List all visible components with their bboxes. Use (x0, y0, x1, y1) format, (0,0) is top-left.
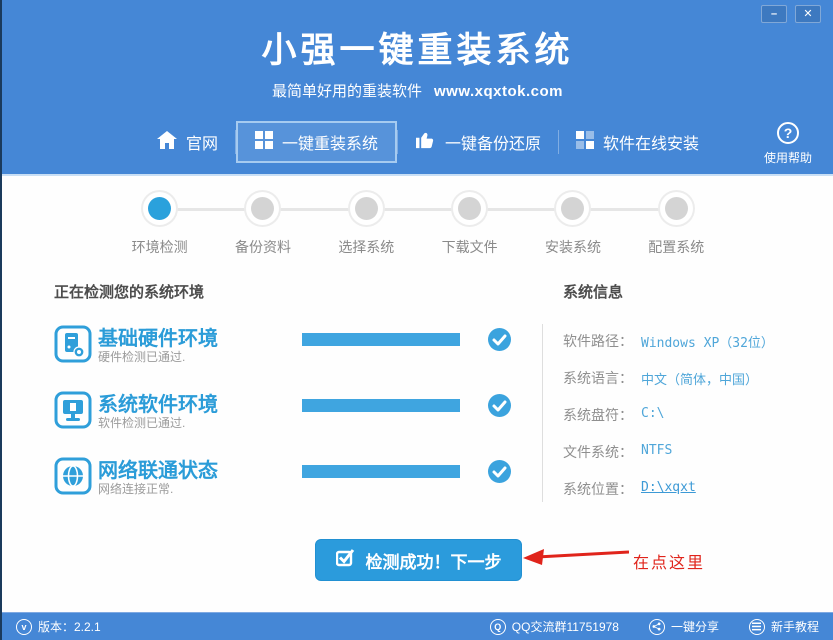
tab-label: 官网 (186, 130, 218, 154)
info-value: NTFS (641, 442, 672, 479)
tab-official-site[interactable]: 官网 (140, 121, 235, 163)
detection-item-software: 系统软件环境 软件检测已通过. (54, 391, 524, 437)
hardware-icon (54, 325, 92, 368)
info-value: Windows XP（32位） (641, 331, 774, 368)
step-progress: 环境检测 备份资料 选择系统 下载文件 安装系统 配置系统 (108, 188, 728, 257)
share-button[interactable]: 一键分享 (649, 618, 719, 635)
tab-online-install[interactable]: 软件在线安装 (559, 121, 716, 163)
info-label: 系统盘符： (563, 405, 641, 442)
share-icon (649, 619, 665, 635)
version-icon: v (16, 619, 32, 635)
system-info-list: 软件路径： Windows XP（32位） 系统语言： 中文（简体，中国） 系统… (563, 331, 774, 516)
version-label: 版本：2.2.1 (38, 618, 101, 635)
system-info-heading: 系统信息 (563, 281, 623, 302)
step-env-check: 环境检测 (108, 188, 211, 257)
nav-bar: 官网 一键重装系统 一键备份还原 软件在线安装 (140, 121, 716, 163)
detection-item-hardware: 基础硬件环境 硬件检测已通过. (54, 325, 524, 371)
qq-group-link[interactable]: Q QQ交流群11751978 (490, 618, 619, 635)
app-title: 小强一键重装系统 (2, 22, 833, 73)
info-row-system-location: 系统位置： D:\xqxt (563, 479, 774, 516)
step-label: 环境检测 (132, 237, 188, 257)
version-info: v 版本：2.2.1 (16, 618, 101, 635)
info-label: 软件路径： (563, 331, 641, 368)
item-title: 基础硬件环境 (98, 322, 218, 351)
step-dot (561, 197, 584, 220)
info-label: 系统位置： (563, 479, 641, 516)
info-label: 系统语言： (563, 368, 641, 405)
info-row-file-system: 文件系统： NTFS (563, 442, 774, 479)
qq-group-label: QQ交流群11751978 (512, 618, 619, 635)
info-value: C:\ (641, 405, 664, 442)
info-row-system-drive: 系统盘符： C:\ (563, 405, 774, 442)
panel-divider (542, 324, 543, 502)
item-status: 软件检测已通过. (98, 414, 185, 431)
step-label: 备份资料 (235, 237, 291, 257)
step-label: 下载文件 (442, 237, 498, 257)
titlebar-controls: – ✕ (761, 5, 821, 23)
info-row-system-language: 系统语言： 中文（简体，中国） (563, 368, 774, 405)
step-dot (458, 197, 481, 220)
grid-icon (576, 131, 594, 154)
detection-heading: 正在检测您的系统环境 (54, 281, 204, 302)
network-icon (54, 457, 92, 500)
progress-bar (302, 399, 460, 412)
info-row-software-path: 软件路径： Windows XP（32位） (563, 331, 774, 368)
book-icon (749, 619, 765, 635)
home-icon (157, 131, 177, 154)
help-label: 使用帮助 (755, 149, 821, 166)
software-icon (54, 391, 92, 434)
detection-item-network: 网络联通状态 网络连接正常. (54, 457, 524, 503)
footer-bar: v 版本：2.2.1 Q QQ交流群11751978 一键分享 新手教程 (2, 612, 833, 640)
subtitle-text: 最简单好用的重装软件 (272, 83, 422, 100)
item-status: 硬件检测已通过. (98, 348, 185, 365)
check-icon (488, 460, 511, 488)
step-dot (355, 197, 378, 220)
progress-bar (302, 465, 460, 478)
item-title: 网络联通状态 (98, 454, 218, 483)
item-status: 网络连接正常. (98, 480, 173, 497)
tutorial-label: 新手教程 (771, 618, 819, 635)
qq-icon: Q (490, 619, 506, 635)
share-label: 一键分享 (671, 618, 719, 635)
tutorial-button[interactable]: 新手教程 (749, 618, 819, 635)
checkbox-check-icon (336, 548, 356, 572)
close-button[interactable]: ✕ (795, 5, 821, 23)
step-label: 配置系统 (648, 237, 704, 257)
website-url: www.xqxtok.com (434, 83, 563, 100)
step-label: 选择系统 (338, 237, 394, 257)
minimize-button[interactable]: – (761, 5, 787, 23)
step-install: 安装系统 (521, 188, 624, 257)
red-arrow-annotation (523, 546, 629, 571)
tab-label: 一键重装系统 (282, 130, 378, 154)
step-dot (665, 197, 688, 220)
step-dot (251, 197, 274, 220)
system-location-link[interactable]: D:\xqxt (641, 479, 696, 516)
check-icon (488, 394, 511, 422)
tab-label: 一键备份还原 (445, 130, 541, 154)
help-button[interactable]: ? 使用帮助 (755, 122, 821, 166)
step-configure: 配置系统 (625, 188, 728, 257)
next-step-label: 检测成功！下一步 (366, 548, 502, 573)
header: – ✕ 小强一键重装系统 最简单好用的重装软件 www.xqxtok.com 官网… (2, 0, 833, 176)
app-window: – ✕ 小强一键重装系统 最简单好用的重装软件 www.xqxtok.com 官网… (0, 0, 833, 640)
annotation-text: 在点这里 (633, 549, 705, 573)
step-choose-system: 选择系统 (315, 188, 418, 257)
item-title: 系统软件环境 (98, 388, 218, 417)
progress-bar (302, 333, 460, 346)
info-label: 文件系统： (563, 442, 641, 479)
app-subtitle: 最简单好用的重装软件 www.xqxtok.com (2, 80, 833, 101)
step-dot-active (148, 197, 171, 220)
tab-backup-restore[interactable]: 一键备份还原 (398, 121, 558, 163)
info-value: 中文（简体，中国） (641, 368, 758, 405)
check-icon (488, 328, 511, 356)
next-step-button[interactable]: 检测成功！下一步 (315, 539, 522, 581)
step-download: 下载文件 (418, 188, 521, 257)
question-icon: ? (777, 122, 799, 144)
thumb-icon (415, 130, 436, 154)
windows-icon (255, 131, 273, 154)
step-label: 安装系统 (545, 237, 601, 257)
tab-reinstall-system[interactable]: 一键重装系统 (236, 121, 397, 163)
step-backup: 备份资料 (211, 188, 314, 257)
tab-label: 软件在线安装 (603, 130, 699, 154)
